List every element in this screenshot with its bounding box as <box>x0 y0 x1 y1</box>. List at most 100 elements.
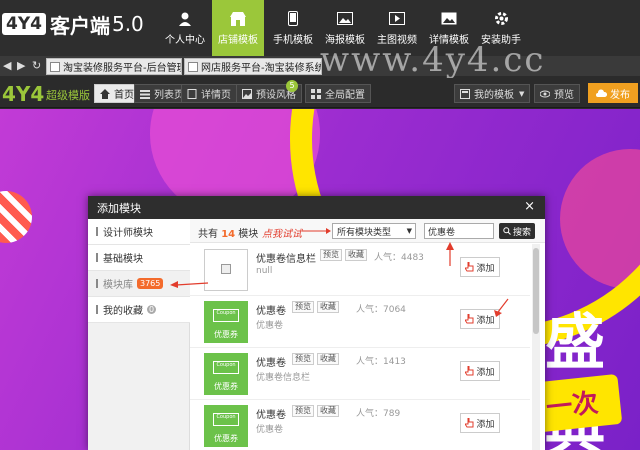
browser-tab[interactable]: 淘宝装修服务平台-后台管理 × <box>46 58 182 75</box>
annotation-arrow-icon <box>302 228 331 234</box>
add-button[interactable]: 添加 <box>460 413 500 433</box>
select-value: 所有模块类型 <box>337 227 392 238</box>
page-favicon-icon <box>188 61 198 72</box>
module-title: 优惠卷 <box>256 306 286 317</box>
result-count-number: 14 <box>221 229 236 240</box>
module-type-select[interactable]: 所有模块类型 ▼ <box>332 223 416 239</box>
hand-pointer-icon <box>465 366 474 376</box>
popularity: 人气：1413 <box>356 357 406 367</box>
module-thumbnail: Coupon 优惠券 <box>204 405 248 447</box>
sidebar-item-label: 基础模块 <box>103 254 143 265</box>
favorite-tag[interactable]: 收藏 <box>345 249 367 261</box>
preview-tag[interactable]: 预览 <box>292 405 314 417</box>
image-icon <box>242 88 252 99</box>
preset-style-badge: 5 <box>286 80 298 92</box>
publish-button[interactable]: 发布 <box>588 83 638 103</box>
favorite-tag[interactable]: 收藏 <box>317 405 339 417</box>
cloud-icon <box>596 88 607 97</box>
button-label: 我的模板 <box>474 90 514 101</box>
back-arrow-icon[interactable]: ◀ <box>3 59 11 72</box>
editor-toolbar: 4Y4 超级模版 首页 列表页 详情页 预设风格 全局配置 我的模板 ▼ 预览 … <box>0 78 640 108</box>
list-scrollbar[interactable] <box>532 244 540 450</box>
module-row: Coupon 优惠券 优惠卷 预览 收藏 人气：789 优惠卷 添加 <box>190 400 530 450</box>
my-templates-dropdown[interactable]: 我的模板 ▼ <box>454 84 531 103</box>
search-button[interactable]: 搜索 <box>499 223 535 239</box>
coupon-thumb-icon: Coupon <box>213 361 239 374</box>
sidebar-item-designer[interactable]: 设计师模块 <box>88 219 190 245</box>
template-icon <box>460 88 470 99</box>
page-icon <box>187 88 197 99</box>
add-button[interactable]: 添加 <box>460 257 500 277</box>
search-input[interactable]: 优惠卷 <box>424 223 494 239</box>
hand-pointer-icon <box>465 418 474 428</box>
annotation-hint: 点我试试 <box>262 229 302 240</box>
user-icon <box>176 11 194 27</box>
module-thumbnail: Coupon 优惠券 <box>204 301 248 343</box>
browser-tab[interactable]: 网店服务平台-淘宝装修系统 <box>184 58 322 75</box>
annotation-arrow-icon <box>446 242 454 266</box>
tab-detail-page[interactable]: 详情页 <box>181 84 237 103</box>
eye-icon <box>540 90 550 97</box>
poster-icon <box>336 11 354 27</box>
home-icon <box>100 88 110 99</box>
preview-button[interactable]: 预览 <box>534 84 580 103</box>
module-title: 优惠卷信息栏 <box>256 254 316 265</box>
module-title: 优惠卷 <box>256 410 286 421</box>
preview-tag[interactable]: 预览 <box>292 301 314 313</box>
sidebar-item-basic[interactable]: 基础模块 <box>88 245 190 271</box>
thumb-caption: 优惠券 <box>214 382 238 391</box>
sidebar-item-favorites[interactable]: 我的收藏 0 <box>88 297 190 323</box>
module-desc: 优惠卷 <box>256 321 284 331</box>
brand-subtitle: 超级模版 <box>46 89 90 102</box>
button-label: 搜索 <box>512 227 531 238</box>
module-desc: 优惠卷信息栏 <box>256 373 311 383</box>
add-module-dialog: 添加模块 × 设计师模块 基础模块 模块库 3765 我的收藏 0 共有 14 … <box>88 196 545 450</box>
module-desc: 优惠卷 <box>256 425 284 435</box>
item-marker <box>96 305 98 314</box>
add-button[interactable]: 添加 <box>460 361 500 381</box>
button-label: 添加 <box>476 367 495 378</box>
broken-image-icon <box>221 264 231 274</box>
dialog-header: 添加模块 × <box>88 196 545 219</box>
refresh-icon[interactable]: ↻ <box>32 59 41 72</box>
nav-phone-template[interactable]: 手机模板 <box>270 0 316 56</box>
phone-icon <box>284 11 302 27</box>
tab-label: 详情页 <box>201 90 231 101</box>
preview-tag[interactable]: 预览 <box>292 353 314 365</box>
button-label: 预览 <box>554 90 574 101</box>
hand-pointer-icon <box>465 262 474 272</box>
banner-tag-text: 一次 <box>544 388 600 424</box>
logo-text: 客户端 <box>49 13 110 38</box>
coupon-thumb-icon: Coupon <box>213 309 239 322</box>
annotation-arrow-icon <box>494 298 509 317</box>
sidebar-item-label: 我的收藏 <box>103 306 143 317</box>
scrollbar-thumb[interactable] <box>533 248 539 334</box>
module-row: Coupon 优惠券 优惠卷 预览 收藏 人气：7064 优惠卷 添加 <box>190 296 530 348</box>
preview-tag[interactable]: 预览 <box>320 249 342 261</box>
count-badge: 0 <box>147 305 156 314</box>
nav-label: 个人中心 <box>165 34 205 46</box>
hand-pointer-icon <box>465 314 474 324</box>
popularity: 人气：7064 <box>356 305 406 315</box>
global-config-button[interactable]: 全局配置 <box>305 84 371 103</box>
sidebar-item-label: 设计师模块 <box>103 228 153 239</box>
favorite-tag[interactable]: 收藏 <box>317 353 339 365</box>
module-thumbnail: Coupon 优惠券 <box>204 353 248 395</box>
close-icon[interactable]: × <box>524 199 535 214</box>
nav-label: 手机模板 <box>273 34 313 46</box>
store-icon <box>229 11 247 27</box>
module-category-sidebar: 设计师模块 基础模块 模块库 3765 我的收藏 0 <box>88 219 190 450</box>
video-icon <box>388 11 406 27</box>
nav-store-template[interactable]: 店铺模板 <box>212 0 264 56</box>
forward-arrow-icon[interactable]: ▶ <box>17 59 25 72</box>
item-marker <box>96 279 98 288</box>
module-thumbnail <box>204 249 248 291</box>
popularity: 人气：789 <box>356 409 401 419</box>
brand-logo: 4Y4 <box>2 82 45 106</box>
coupon-thumb-icon: Coupon <box>213 413 239 426</box>
button-label: 发布 <box>610 89 630 101</box>
nav-user-center[interactable]: 个人中心 <box>162 0 208 56</box>
module-row: 优惠卷信息栏 预览 收藏 人气：4483 null 添加 <box>190 244 530 296</box>
favorite-tag[interactable]: 收藏 <box>317 301 339 313</box>
module-desc: null <box>256 266 273 276</box>
